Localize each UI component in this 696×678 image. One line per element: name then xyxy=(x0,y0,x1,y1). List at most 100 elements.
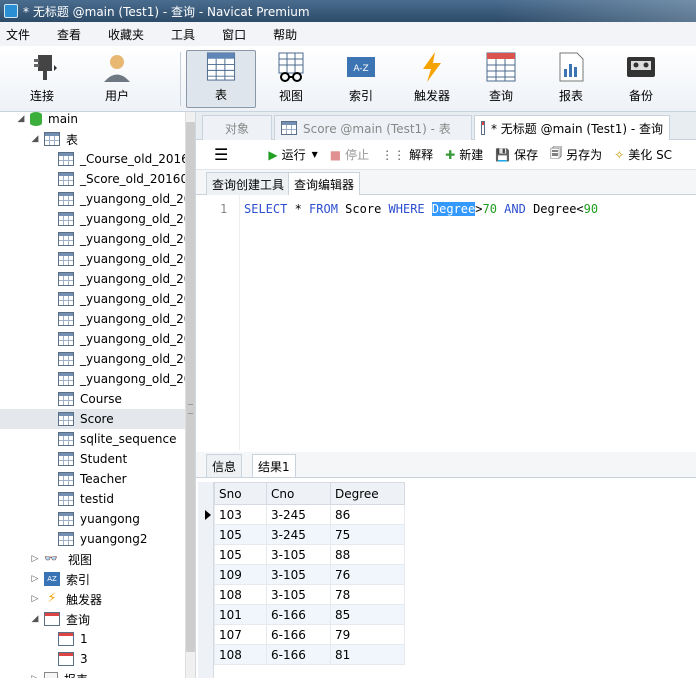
table-cell[interactable]: 6-166 xyxy=(266,624,331,645)
table-cell[interactable]: 109 xyxy=(214,564,267,585)
tree-table-item[interactable]: yuangong2 xyxy=(58,529,147,549)
table-cell[interactable]: 6-166 xyxy=(266,644,331,665)
table-cell[interactable]: 88 xyxy=(330,544,405,565)
tree-table-item[interactable]: sqlite_sequence xyxy=(58,429,176,449)
table-row[interactable]: 101 6-166 85 xyxy=(214,604,405,625)
expand-arrow-icon[interactable]: ▷ xyxy=(30,674,40,678)
tree-table-item[interactable]: Score xyxy=(0,409,185,429)
tree-table-item[interactable]: Student xyxy=(58,449,127,469)
table-button[interactable]: 表 xyxy=(186,50,256,108)
connect-button[interactable]: 连接 xyxy=(14,50,70,108)
tree-table-item[interactable]: _yuangong_old_20 xyxy=(58,229,191,249)
table-cell[interactable]: 79 xyxy=(330,624,405,645)
run-button[interactable]: ▶ 运行 ▼ xyxy=(268,146,317,163)
report-button[interactable]: 报表 xyxy=(544,50,598,108)
tree-table-item[interactable]: _yuangong_old_20 xyxy=(58,329,191,349)
table-cell[interactable]: 85 xyxy=(330,604,405,625)
save-button[interactable]: 💾 保存 xyxy=(495,146,538,163)
tree-table-item[interactable]: _yuangong_old_20 xyxy=(58,369,191,389)
menu-help[interactable]: 帮助 xyxy=(267,26,306,43)
explain-button[interactable]: ⋮⋮ 解释 xyxy=(381,146,433,163)
table-cell[interactable]: 81 xyxy=(330,644,405,665)
table-cell[interactable]: 101 xyxy=(214,604,267,625)
table-cell[interactable]: 3-105 xyxy=(266,544,331,565)
table-cell[interactable]: 3-245 xyxy=(266,524,331,545)
table-row[interactable]: 109 3-105 76 xyxy=(214,564,405,585)
tab-info[interactable]: 信息 xyxy=(206,454,243,477)
table-row[interactable]: 103 3-245 86 xyxy=(214,504,405,525)
new-button[interactable]: ✚ 新建 xyxy=(445,146,483,163)
tree-triggers-group[interactable]: ▷ ⚡ 触发器 xyxy=(30,589,102,609)
collapse-arrow-icon[interactable]: ◢ xyxy=(30,614,40,624)
table-cell[interactable]: 3-245 xyxy=(266,504,331,525)
tab-query-editor[interactable]: 查询编辑器 xyxy=(288,172,361,195)
tree-table-item[interactable]: Course xyxy=(58,389,122,409)
tree-views-group[interactable]: ▷ 👓 视图 xyxy=(30,549,92,569)
sidebar-scroll-thumb[interactable] xyxy=(186,122,195,652)
tree-queries-group[interactable]: ◢ 查询 xyxy=(30,609,90,629)
table-cell[interactable]: 108 xyxy=(214,644,267,665)
table-cell[interactable]: 105 xyxy=(214,524,267,545)
menu-favorites[interactable]: 收藏夹 xyxy=(102,26,153,43)
tab-untitled-query[interactable]: * 无标题 @main (Test1) - 查询 xyxy=(474,115,670,140)
tree-table-item[interactable]: _yuangong_old_20 xyxy=(58,269,191,289)
tab-objects[interactable]: 对象 xyxy=(202,115,272,140)
tree-table-item[interactable]: _yuangong_old_20 xyxy=(58,189,191,209)
tree-db-main[interactable]: ◢ main xyxy=(16,112,78,129)
tree-table-item[interactable]: _Course_old_2016 xyxy=(58,149,189,169)
column-header[interactable]: Sno xyxy=(214,482,267,505)
tree-table-item[interactable]: _yuangong_old_20 xyxy=(58,349,191,369)
tree-query-item[interactable]: 1 xyxy=(58,629,88,649)
menu-file[interactable]: 文件 xyxy=(0,26,39,43)
tree-table-item[interactable]: _yuangong_old_20 xyxy=(58,289,191,309)
tab-result-1[interactable]: 结果1 xyxy=(252,454,296,477)
view-button[interactable]: 视图 xyxy=(264,50,318,108)
table-row[interactable]: 108 6-166 81 xyxy=(214,644,405,665)
table-cell[interactable]: 78 xyxy=(330,584,405,605)
tree-indexes-group[interactable]: ▷ AZ 索引 xyxy=(30,569,90,589)
expand-arrow-icon[interactable]: ▷ xyxy=(30,554,40,564)
collapse-arrow-icon[interactable]: ◢ xyxy=(30,134,40,144)
tree-query-item[interactable]: 3 xyxy=(58,649,88,669)
table-cell[interactable]: 107 xyxy=(214,624,267,645)
table-cell[interactable]: 3-105 xyxy=(266,564,331,585)
menu-view[interactable]: 查看 xyxy=(51,26,90,43)
trigger-button[interactable]: 触发器 xyxy=(404,50,460,108)
save-as-button[interactable]: 🗐 另存为 xyxy=(550,144,602,165)
query-button[interactable]: 查询 xyxy=(474,50,528,108)
dropdown-arrow-icon[interactable]: ▼ xyxy=(312,150,318,159)
tree-table-item[interactable]: _yuangong_old_20 xyxy=(58,249,191,269)
table-cell[interactable]: 75 xyxy=(330,524,405,545)
hamburger-menu-icon[interactable]: ☰ xyxy=(214,145,228,164)
beautify-sql-button[interactable]: ✧ 美化 SC xyxy=(614,146,672,163)
tree-table-item[interactable]: _Score_old_20160 xyxy=(58,169,188,189)
tab-query-builder[interactable]: 查询创建工具 xyxy=(206,172,291,195)
user-button[interactable]: 用户 xyxy=(90,50,144,108)
tree-reports-group[interactable]: ▷ 报表 xyxy=(30,669,88,678)
tree-table-item[interactable]: Teacher xyxy=(58,469,127,489)
tree-table-item[interactable]: _yuangong_old_20 xyxy=(58,209,191,229)
menu-window[interactable]: 窗口 xyxy=(216,26,255,43)
stop-button[interactable]: ■ 停止 xyxy=(330,146,369,163)
sql-code-line[interactable]: SELECT * FROM Score WHERE Degree>70 AND … xyxy=(244,202,598,216)
tree-table-item[interactable]: testid xyxy=(58,489,114,509)
column-header[interactable]: Cno xyxy=(266,482,331,505)
table-cell[interactable]: 103 xyxy=(214,504,267,525)
sql-editor[interactable]: 1 SELECT * FROM Score WHERE Degree>70 AN… xyxy=(196,195,696,450)
tree-tables-group[interactable]: ◢ 表 xyxy=(30,129,78,149)
table-row[interactable]: 108 3-105 78 xyxy=(214,584,405,605)
tab-score-table[interactable]: Score @main (Test1) - 表 xyxy=(274,115,472,140)
table-cell[interactable]: 76 xyxy=(330,564,405,585)
table-cell[interactable]: 6-166 xyxy=(266,604,331,625)
tree-table-item[interactable]: yuangong xyxy=(58,509,140,529)
tree-table-item[interactable]: _yuangong_old_20 xyxy=(58,309,191,329)
table-row[interactable]: 107 6-166 79 xyxy=(214,624,405,645)
menu-tools[interactable]: 工具 xyxy=(165,26,204,43)
column-header[interactable]: Degree xyxy=(330,482,405,505)
index-button[interactable]: A-Z 索引 xyxy=(334,50,388,108)
collapse-arrow-icon[interactable]: ◢ xyxy=(16,114,26,124)
table-cell[interactable]: 105 xyxy=(214,544,267,565)
table-cell[interactable]: 86 xyxy=(330,504,405,525)
expand-arrow-icon[interactable]: ▷ xyxy=(30,594,40,604)
expand-arrow-icon[interactable]: ▷ xyxy=(30,574,40,584)
